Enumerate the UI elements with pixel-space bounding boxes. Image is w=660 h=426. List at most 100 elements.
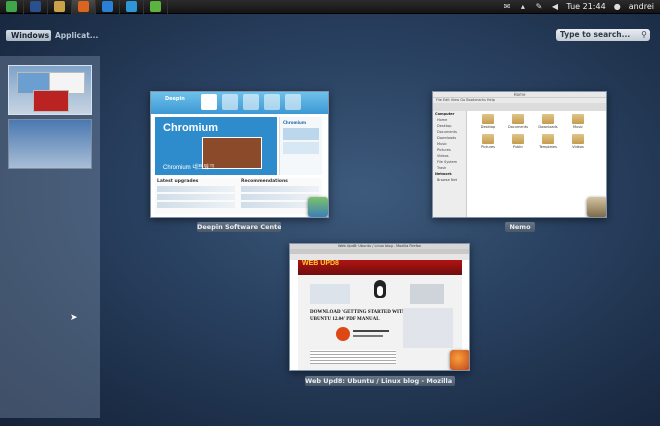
article-headline-1: DOWNLOAD 'GETTING STARTED WITH — [310, 310, 407, 315]
pen-icon[interactable]: ✎ — [534, 2, 543, 11]
launcher-file-manager[interactable] — [48, 0, 72, 14]
window-label-nemo[interactable]: Nemo — [505, 222, 535, 232]
folder-icon — [542, 134, 554, 144]
window-preview-firefox[interactable]: Web Upd8: Ubuntu / Linux blog - Mozilla … — [289, 243, 470, 371]
nemo-sidebar-item: Browse Net — [437, 178, 458, 182]
nemo-folder: Desktop — [473, 114, 503, 129]
clock[interactable]: Tue 21:44 — [566, 2, 605, 11]
software-center-icon — [150, 1, 161, 12]
folder-icon — [512, 114, 524, 124]
sidebar-title: Chromium — [283, 120, 307, 125]
ubuntu-manual-graphic — [336, 327, 396, 343]
deepin-lists: Latest upgrades Recommendations — [155, 178, 322, 214]
folder-icon — [572, 134, 584, 144]
sidebar-card — [283, 142, 319, 154]
list-item — [157, 194, 235, 200]
nemo-app-icon — [587, 197, 606, 217]
launcher-deepin-music[interactable] — [96, 0, 120, 14]
deepin-launcher-icon — [6, 1, 17, 12]
workspace-thumbnail-1[interactable] — [8, 65, 92, 115]
window-label-firefox[interactable]: Web Upd8: Ubuntu / Linux blog - Mozilla … — [305, 376, 455, 386]
launcher-software-center[interactable] — [144, 0, 168, 14]
email-icon — [126, 1, 137, 12]
list-item — [241, 186, 319, 192]
launcher-firefox[interactable] — [72, 0, 96, 14]
list-item — [157, 186, 235, 192]
workspace-column — [0, 56, 100, 418]
nemo-folder: Documents — [503, 114, 533, 129]
folder-icon — [482, 114, 494, 124]
folder-label: Public — [512, 145, 524, 149]
search-icon: ⚲ — [641, 30, 647, 39]
network-icon[interactable]: ▴ — [518, 2, 527, 11]
folder-label: Music — [573, 125, 583, 129]
software-center-app-icon — [308, 197, 328, 217]
folder-icon — [542, 114, 554, 124]
window-preview-nemo[interactable]: Home File Edit View Go Bookmarks Help Co… — [432, 91, 607, 218]
nemo-folder: Templates — [533, 134, 563, 149]
tab-applications[interactable]: Applicat... — [50, 30, 103, 41]
deepin-music-icon — [102, 1, 113, 12]
tux-penguin-icon — [368, 280, 392, 302]
mail-icon[interactable]: ✉ — [502, 2, 511, 11]
article-headline-2: UBUNTU 12.04' PDF MANUAL — [310, 317, 380, 322]
nemo-folder: Pictures — [473, 134, 503, 149]
launcher-terminal[interactable] — [24, 0, 48, 14]
workspace-thumbnail-2[interactable] — [8, 119, 92, 169]
page-sidebar-ad — [403, 308, 453, 348]
terminal-icon — [30, 1, 41, 12]
recommendations-title: Recommendations — [241, 179, 288, 184]
nemo-folder: Downloads — [533, 114, 563, 129]
window-preview-deepin-software-center[interactable]: Deepin Chromium Chromium 네트워크 Chromium L… — [150, 91, 329, 218]
folder-label: Desktop — [480, 125, 496, 129]
nav-uninstall-icon — [243, 94, 259, 110]
folder-icon — [512, 134, 524, 144]
folder-icon — [482, 134, 494, 144]
system-tray: ✉ ▴ ✎ ◀ Tue 21:44 ● andrei — [502, 0, 660, 14]
top-panel: ✉ ▴ ✎ ◀ Tue 21:44 ● andrei — [0, 0, 660, 14]
launcher-deepin-launcher[interactable] — [0, 0, 24, 14]
volume-icon[interactable]: ◀ — [550, 2, 559, 11]
folder-label: Downloads — [538, 125, 558, 129]
nav-home-icon — [201, 94, 217, 110]
deepin-featured-banner: Chromium Chromium 네트워크 — [155, 117, 277, 175]
latest-upgrades-title: Latest upgrades — [157, 179, 199, 184]
deepin-sidebar: Chromium — [279, 117, 322, 175]
launcher-email[interactable] — [120, 0, 144, 14]
deepin-nav — [201, 94, 301, 110]
page-thumbnail — [310, 284, 350, 304]
nemo-sidebar: Computer Home Desktop Documents Downloads Mus… — [433, 111, 467, 217]
window-label-deepin[interactable]: Deepin Software Center — [197, 222, 281, 232]
page-thumbnail — [410, 284, 444, 304]
workspace-mini-window — [33, 90, 69, 112]
tab-windows[interactable]: Windows — [6, 30, 51, 41]
file-manager-icon — [54, 1, 65, 12]
nemo-folder: Music — [563, 114, 593, 129]
launcher-bar — [0, 0, 168, 14]
webupd8-logo: WEB UPD8 — [302, 260, 339, 267]
nav-community-icon — [264, 94, 280, 110]
folder-icon — [572, 114, 584, 124]
search-placeholder: Type to search... — [560, 30, 631, 39]
list-item — [157, 202, 235, 208]
user-icon[interactable]: ● — [613, 2, 622, 11]
folder-label: Documents — [508, 125, 528, 129]
deepin-logo: Deepin — [165, 96, 185, 102]
nemo-folder: Public — [503, 134, 533, 149]
deepin-header: Deepin — [151, 92, 328, 114]
folder-label: Videos — [572, 145, 584, 149]
username[interactable]: andrei — [629, 2, 654, 11]
folder-label: Pictures — [481, 145, 495, 149]
nemo-toolbar — [433, 103, 606, 111]
firefox-app-icon — [450, 350, 469, 370]
firefox-icon — [78, 1, 89, 12]
sidebar-card — [283, 128, 319, 140]
featured-title: Chromium — [163, 122, 218, 134]
nav-tasks-icon — [285, 94, 301, 110]
search-input[interactable]: Type to search... ⚲ — [556, 29, 650, 41]
article-body-text — [310, 350, 396, 364]
featured-subtitle: Chromium 네트워크 — [163, 165, 215, 171]
mouse-pointer-icon: ➤ — [70, 313, 78, 323]
nav-updates-icon — [222, 94, 238, 110]
nemo-folder: Videos — [563, 134, 593, 149]
